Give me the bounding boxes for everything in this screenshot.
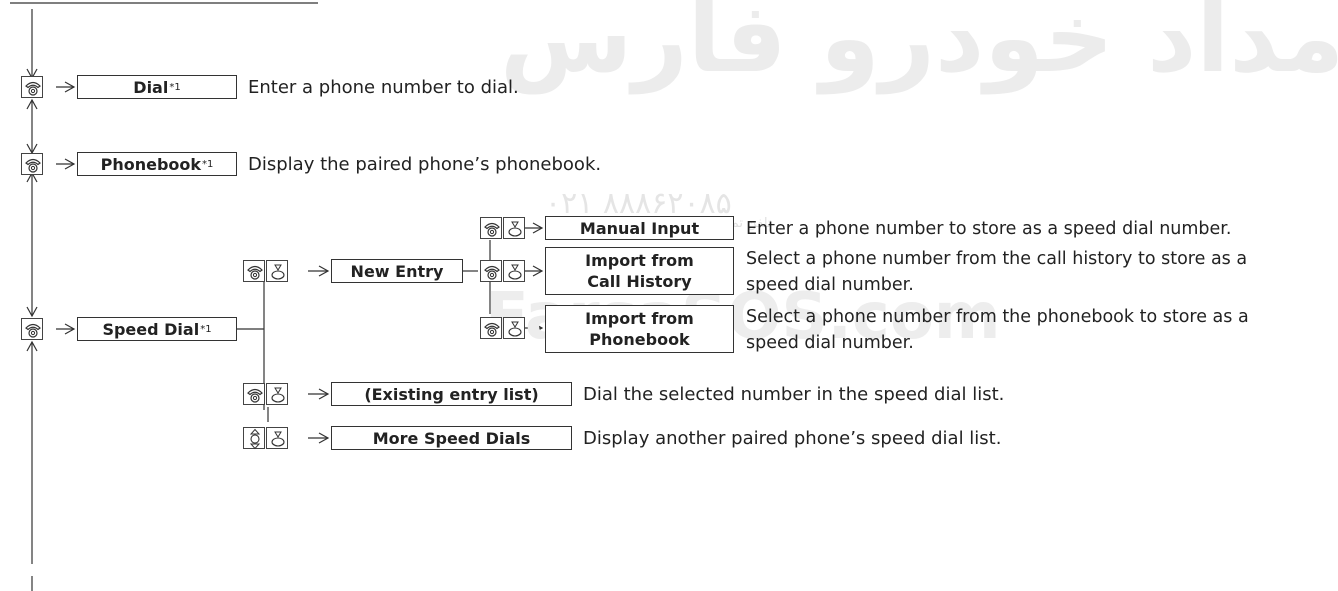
dial-label: Dial	[133, 77, 169, 97]
speed-dial-label: Speed Dial	[102, 319, 200, 339]
dial-menu-item: Dial *1	[77, 75, 237, 99]
import-call-history-label-line2: Call History	[587, 272, 692, 291]
more-speed-dials-menu-item: More Speed Dials	[331, 426, 572, 450]
phonebook-menu-item: Phonebook *1	[77, 152, 237, 176]
import-call-history-menu-item: Import from Call History	[545, 247, 734, 295]
import-phonebook-label-line1: Import from	[585, 309, 694, 328]
import-phonebook-description-line1: Select a phone number from the phonebook…	[746, 307, 1249, 327]
import-phonebook-menu-item: Import from Phonebook	[545, 305, 734, 353]
enter-icon	[503, 317, 525, 339]
enter-icon	[266, 260, 288, 282]
manual-input-label: Manual Input	[579, 218, 700, 238]
import-call-history-description-line2: speed dial number.	[746, 275, 914, 295]
existing-entry-menu-item: (Existing entry list)	[331, 382, 572, 406]
phonebook-note: *1	[202, 158, 214, 170]
dial-description: Enter a phone number to dial.	[248, 77, 519, 98]
phone-icon	[480, 317, 502, 339]
phone-icon	[21, 153, 43, 175]
phone-icon	[243, 383, 265, 405]
more-speed-dials-label: More Speed Dials	[372, 428, 531, 448]
phone-icon	[480, 217, 502, 239]
phonebook-label: Phonebook	[100, 154, 202, 174]
phone-icon	[243, 260, 265, 282]
manual-input-menu-item: Manual Input	[545, 216, 734, 240]
manual-input-description: Enter a phone number to store as a speed…	[746, 219, 1232, 239]
import-call-history-description-line1: Select a phone number from the call hist…	[746, 249, 1248, 269]
enter-icon	[266, 383, 288, 405]
speed-dial-menu-item: Speed Dial *1	[77, 317, 237, 341]
phone-icon	[21, 76, 43, 98]
existing-entry-description: Dial the selected number in the speed di…	[583, 384, 1005, 405]
import-phonebook-label-line2: Phonebook	[589, 330, 690, 349]
phone-icon	[21, 318, 43, 340]
new-entry-menu-item: New Entry	[331, 259, 463, 283]
existing-entry-label: (Existing entry list)	[364, 384, 539, 404]
dial-note: *1	[169, 81, 181, 93]
speed-dial-note: *1	[200, 323, 212, 335]
selector-up-down-icon	[243, 427, 265, 450]
phonebook-description: Display the paired phone’s phonebook.	[248, 154, 602, 175]
enter-icon	[503, 260, 525, 282]
import-phonebook-description-line2: speed dial number.	[746, 333, 914, 353]
import-call-history-label-line1: Import from	[585, 251, 694, 270]
enter-icon	[266, 427, 288, 449]
enter-icon	[503, 217, 525, 239]
more-speed-dials-description: Display another paired phone’s speed dia…	[583, 428, 1002, 449]
new-entry-label: New Entry	[350, 261, 444, 281]
phone-icon	[480, 260, 502, 282]
